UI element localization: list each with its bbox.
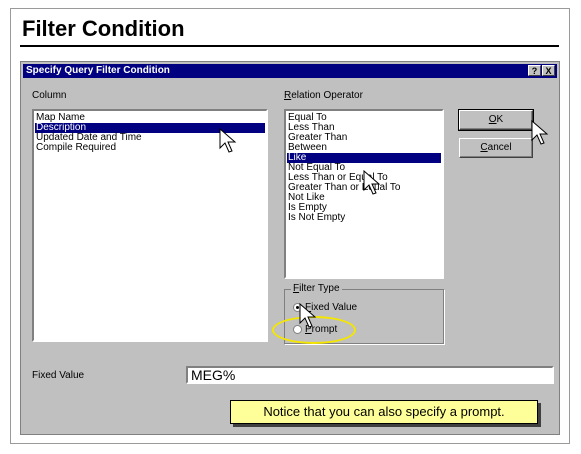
fixed-value-label: Fixed Value <box>32 370 85 381</box>
column-label: Column <box>32 90 67 101</box>
operator-list-item[interactable]: Between <box>287 143 441 153</box>
arrow-cursor-icon <box>363 170 381 195</box>
filter-type-label: Filter Type <box>291 283 342 294</box>
slide-title: Filter Condition <box>22 16 185 41</box>
title-divider <box>20 45 559 47</box>
relation-operator-label: Relation Operator <box>284 90 363 101</box>
filter-condition-dialog: Specify Query Filter Condition ? X Colum… <box>20 61 560 435</box>
fixed-value-input[interactable]: MEG% <box>186 366 554 384</box>
help-button[interactable]: ? <box>528 65 541 76</box>
dialog-title: Specify Query Filter Condition <box>26 65 170 76</box>
operator-list-item[interactable]: Is Not Empty <box>287 213 441 223</box>
close-button[interactable]: X <box>542 65 555 76</box>
dialog-titlebar: Specify Query Filter Condition ? X <box>23 64 557 78</box>
ok-button[interactable]: OK <box>458 109 534 131</box>
callout-note: Notice that you can also specify a promp… <box>230 400 538 424</box>
cancel-button[interactable]: Cancel <box>459 138 533 158</box>
arrow-cursor-icon <box>299 303 317 328</box>
arrow-cursor-icon <box>531 120 549 145</box>
arrow-cursor-icon <box>219 128 237 153</box>
